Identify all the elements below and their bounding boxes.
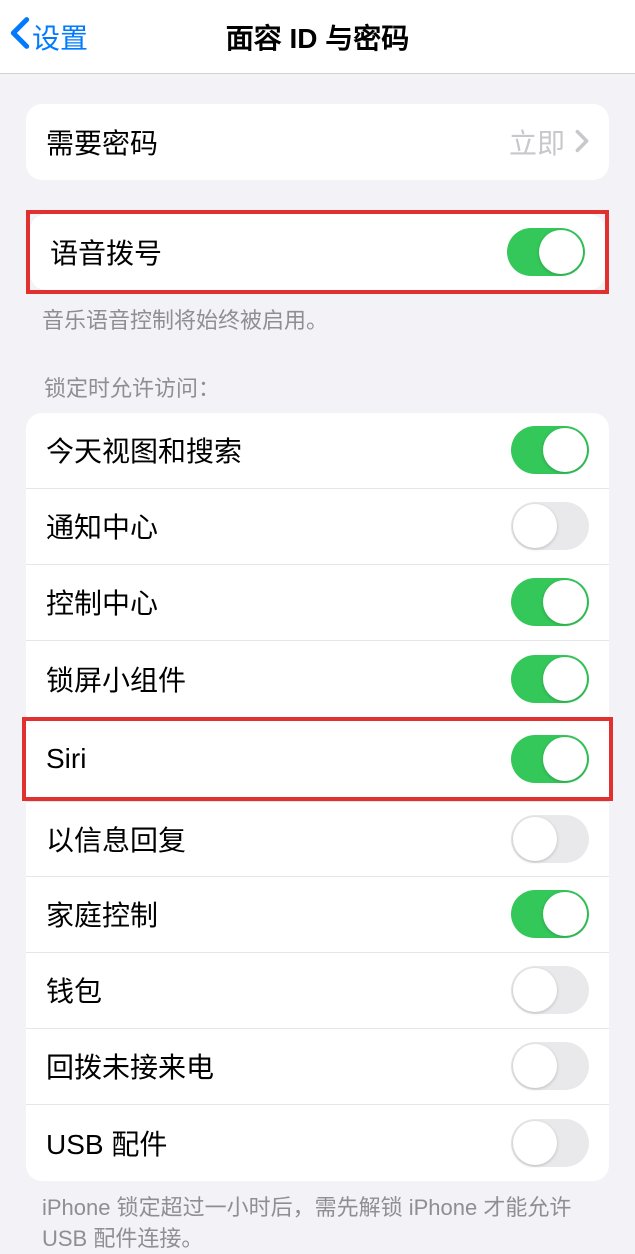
voice-dial-highlight: 语音拨号 — [26, 210, 609, 294]
siri-toggle[interactable] — [511, 735, 589, 783]
wallet-label: 钱包 — [46, 970, 102, 1010]
lock-access-header: 锁定时允许访问： — [0, 337, 635, 413]
toggle-knob — [543, 657, 587, 701]
chevron-right-icon — [575, 124, 589, 161]
today-view-label: 今天视图和搜索 — [46, 430, 242, 470]
wallet-row: 钱包 — [26, 953, 609, 1029]
notification-center-row: 通知中心 — [26, 489, 609, 565]
control-center-row: 控制中心 — [26, 565, 609, 641]
toggle-knob — [543, 737, 587, 781]
lockscreen-widgets-row: 锁屏小组件 — [26, 641, 609, 717]
require-passcode-row[interactable]: 需要密码 立即 — [26, 104, 609, 180]
today-view-row: 今天视图和搜索 — [26, 413, 609, 489]
page-title: 面容 ID 与密码 — [226, 17, 410, 57]
return-missed-calls-toggle[interactable] — [511, 1042, 589, 1090]
lock-access-group: 今天视图和搜索 通知中心 控制中心 锁屏小组件 Siri — [26, 413, 609, 1181]
voice-dial-toggle[interactable] — [507, 228, 585, 276]
require-passcode-value-text: 立即 — [509, 122, 565, 162]
control-center-toggle[interactable] — [511, 578, 589, 626]
toggle-knob — [543, 892, 587, 936]
usb-footer: iPhone 锁定超过一小时后，需先解锁 iPhone 才能允许 USB 配件连… — [0, 1181, 635, 1254]
require-passcode-value: 立即 — [509, 122, 589, 162]
voice-dial-row: 语音拨号 — [30, 214, 605, 290]
toggle-knob — [543, 580, 587, 624]
lockscreen-widgets-toggle[interactable] — [511, 655, 589, 703]
siri-row: Siri — [26, 721, 609, 797]
header: 设置 面容 ID 与密码 — [0, 0, 635, 74]
today-view-toggle[interactable] — [511, 426, 589, 474]
usb-accessories-label: USB 配件 — [46, 1123, 167, 1163]
toggle-knob — [513, 968, 557, 1012]
reply-with-message-row: 以信息回复 — [26, 801, 609, 877]
voice-dial-label: 语音拨号 — [50, 232, 162, 272]
require-passcode-group: 需要密码 立即 — [26, 104, 609, 180]
toggle-knob — [513, 817, 557, 861]
usb-accessories-row: USB 配件 — [26, 1105, 609, 1181]
lockscreen-widgets-label: 锁屏小组件 — [46, 659, 186, 699]
siri-label: Siri — [46, 743, 86, 775]
toggle-knob — [539, 230, 583, 274]
return-missed-calls-label: 回拨未接来电 — [46, 1046, 214, 1086]
chevron-left-icon — [10, 16, 30, 57]
toggle-knob — [513, 1121, 557, 1165]
wallet-toggle[interactable] — [511, 966, 589, 1014]
reply-with-message-label: 以信息回复 — [46, 819, 186, 859]
usb-accessories-toggle[interactable] — [511, 1119, 589, 1167]
voice-dial-footer: 音乐语音控制将始终被启用。 — [0, 294, 635, 337]
require-passcode-label: 需要密码 — [46, 122, 158, 162]
home-control-toggle[interactable] — [511, 890, 589, 938]
siri-highlight: Siri — [22, 717, 613, 801]
toggle-knob — [513, 504, 557, 548]
back-button[interactable]: 设置 — [10, 16, 88, 57]
back-label: 设置 — [32, 17, 88, 57]
home-control-row: 家庭控制 — [26, 877, 609, 953]
toggle-knob — [543, 428, 587, 472]
control-center-label: 控制中心 — [46, 582, 158, 622]
home-control-label: 家庭控制 — [46, 894, 158, 934]
notification-center-toggle[interactable] — [511, 502, 589, 550]
toggle-knob — [513, 1044, 557, 1088]
reply-with-message-toggle[interactable] — [511, 815, 589, 863]
return-missed-calls-row: 回拨未接来电 — [26, 1029, 609, 1105]
notification-center-label: 通知中心 — [46, 506, 158, 546]
